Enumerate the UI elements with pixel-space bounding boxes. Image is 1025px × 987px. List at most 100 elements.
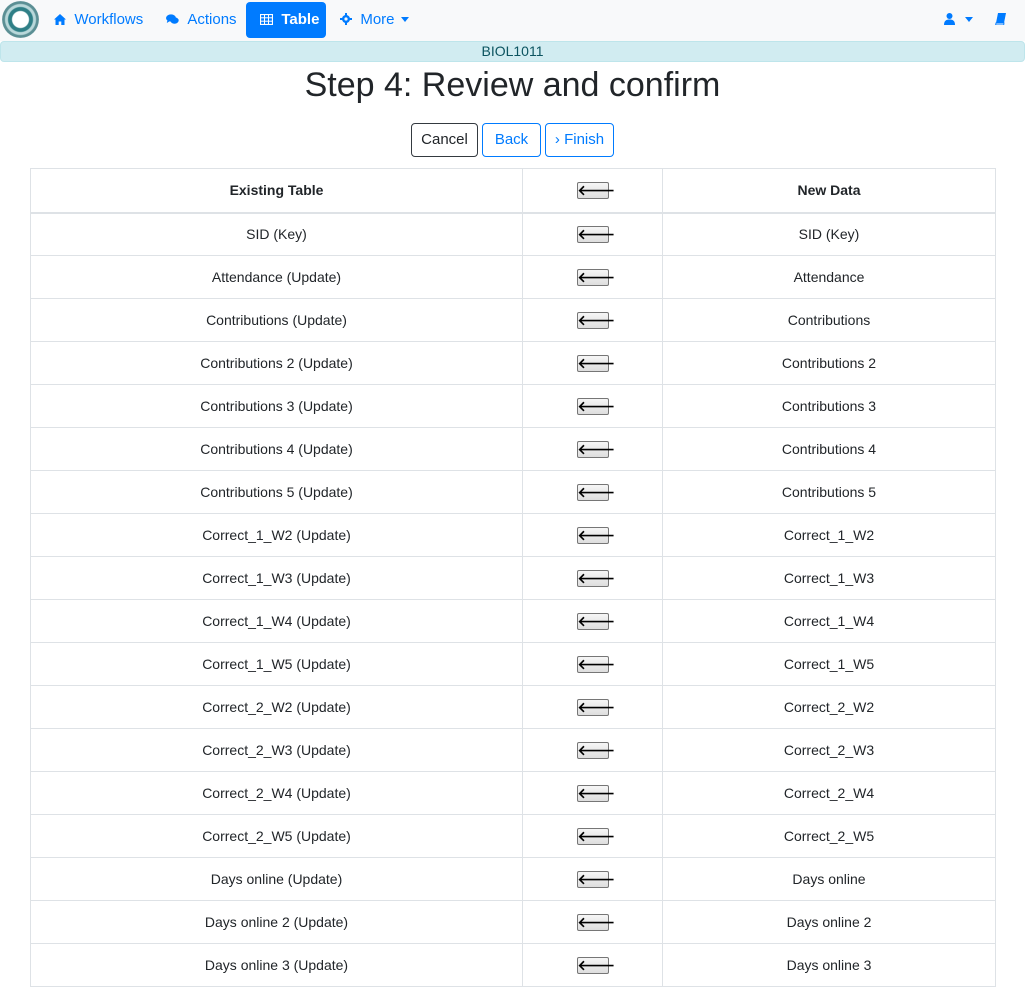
course-name-banner: BIOL1011 bbox=[0, 41, 1025, 62]
arrow-cell: 🡐 bbox=[522, 900, 663, 944]
arrow-cell: 🡐 bbox=[522, 212, 663, 256]
arrow-left-icon[interactable]: 🡐 bbox=[576, 483, 615, 501]
arrow-cell: 🡐 bbox=[522, 255, 663, 299]
table-header-row: Existing Table 🡐 New Data bbox=[30, 168, 996, 214]
table-row: Contributions 3 (Update) 🡐 Contributions 3 bbox=[30, 384, 996, 428]
existing-column-cell: Contributions 2 (Update) bbox=[30, 341, 523, 385]
header-arrow: 🡐 bbox=[522, 168, 663, 214]
app-logo[interactable] bbox=[2, 1, 39, 38]
arrow-left-icon[interactable]: 🡐 bbox=[576, 397, 615, 415]
arrow-cell: 🡐 bbox=[522, 857, 663, 901]
existing-column-cell: Contributions 4 (Update) bbox=[30, 427, 523, 471]
nav-more-label: More bbox=[360, 11, 395, 28]
arrow-left-icon[interactable]: 🡐 bbox=[576, 698, 615, 716]
gear-icon bbox=[340, 13, 355, 27]
cancel-button[interactable]: Cancel bbox=[411, 123, 478, 157]
arrow-cell: 🡐 bbox=[522, 470, 663, 514]
new-data-column-cell: Contributions 3 bbox=[662, 384, 996, 428]
arrow-left-icon[interactable]: 🡐 bbox=[576, 311, 615, 329]
existing-column-cell: Correct_1_W2 (Update) bbox=[30, 513, 523, 557]
table-row: SID (Key) 🡐 SID (Key) bbox=[30, 212, 996, 256]
arrow-left-icon[interactable]: 🡐 bbox=[576, 354, 615, 372]
existing-column-cell: Days online (Update) bbox=[30, 857, 523, 901]
arrow-left-icon[interactable]: 🡐 bbox=[576, 870, 615, 888]
arrow-left-icon[interactable]: 🡐 bbox=[576, 612, 615, 630]
existing-column-cell: Days online 2 (Update) bbox=[30, 900, 523, 944]
header-new-data: New Data bbox=[662, 168, 996, 214]
new-data-column-cell: Contributions 4 bbox=[662, 427, 996, 471]
new-data-column-cell: Correct_2_W3 bbox=[662, 728, 996, 772]
existing-column-cell: SID (Key) bbox=[30, 212, 523, 256]
table-row: Days online 2 (Update) 🡐 Days online 2 bbox=[30, 900, 996, 944]
arrow-cell: 🡐 bbox=[522, 685, 663, 729]
arrow-cell: 🡐 bbox=[522, 728, 663, 772]
user-icon bbox=[944, 11, 959, 28]
home-icon bbox=[54, 13, 69, 27]
nav-table[interactable]: Table bbox=[246, 2, 326, 38]
arrow-cell: 🡐 bbox=[522, 642, 663, 686]
arrow-cell: 🡐 bbox=[522, 513, 663, 557]
arrow-cell: 🡐 bbox=[522, 556, 663, 600]
back-button[interactable]: Back bbox=[482, 123, 541, 157]
table-row: Contributions (Update) 🡐 Contributions bbox=[30, 298, 996, 342]
existing-column-cell: Contributions (Update) bbox=[30, 298, 523, 342]
existing-column-cell: Correct_2_W2 (Update) bbox=[30, 685, 523, 729]
new-data-column-cell: Days online 3 bbox=[662, 943, 996, 987]
arrow-left-icon[interactable]: 🡐 bbox=[576, 226, 615, 244]
table-row: Days online 3 (Update) 🡐 Days online 3 bbox=[30, 943, 996, 987]
arrow-left-icon[interactable]: 🡐 bbox=[576, 913, 615, 931]
nav-actions-label: Actions bbox=[187, 11, 237, 28]
comments-icon bbox=[166, 13, 182, 27]
page-title: Step 4: Review and confirm bbox=[304, 66, 721, 104]
arrow-cell: 🡐 bbox=[522, 771, 663, 815]
nav-help-book[interactable] bbox=[985, 2, 1016, 38]
arrow-left-icon[interactable]: 🡐 bbox=[576, 440, 615, 458]
nav-more-dropdown[interactable]: More bbox=[328, 2, 421, 38]
new-data-column-cell: Contributions 2 bbox=[662, 341, 996, 385]
arrow-cell: 🡐 bbox=[522, 427, 663, 471]
table-row: Correct_2_W2 (Update) 🡐 Correct_2_W2 bbox=[30, 685, 996, 729]
arrow-left-icon[interactable]: 🡐 bbox=[576, 182, 615, 200]
new-data-column-cell: Correct_2_W4 bbox=[662, 771, 996, 815]
nav-user-dropdown[interactable] bbox=[932, 2, 985, 38]
table-row: Correct_1_W2 (Update) 🡐 Correct_1_W2 bbox=[30, 513, 996, 557]
nav-workflows-label: Workflows bbox=[74, 11, 144, 28]
arrow-left-icon[interactable]: 🡐 bbox=[576, 569, 615, 587]
table-row: Contributions 2 (Update) 🡐 Contributions 2 bbox=[30, 341, 996, 385]
existing-column-cell: Correct_2_W5 (Update) bbox=[30, 814, 523, 858]
finish-button[interactable]: › Finish bbox=[545, 123, 614, 157]
header-existing-table: Existing Table bbox=[30, 168, 523, 214]
arrow-left-icon[interactable]: 🡐 bbox=[576, 741, 615, 759]
column-mapping-table: Existing Table 🡐 New Data SID (Key) 🡐 SID … bbox=[30, 168, 996, 987]
new-data-column-cell: Correct_1_W3 bbox=[662, 556, 996, 600]
arrow-cell: 🡐 bbox=[522, 298, 663, 342]
arrow-left-icon[interactable]: 🡐 bbox=[576, 655, 615, 673]
nav-actions[interactable]: Actions bbox=[154, 2, 249, 38]
nav-workflows[interactable]: Workflows bbox=[42, 2, 155, 38]
new-data-column-cell: Correct_2_W5 bbox=[662, 814, 996, 858]
existing-column-cell: Days online 3 (Update) bbox=[30, 943, 523, 987]
new-data-column-cell: Contributions 5 bbox=[662, 470, 996, 514]
arrow-cell: 🡐 bbox=[522, 384, 663, 428]
arrow-left-icon[interactable]: 🡐 bbox=[576, 784, 615, 802]
arrow-left-icon[interactable]: 🡐 bbox=[576, 956, 615, 974]
existing-column-cell: Correct_2_W3 (Update) bbox=[30, 728, 523, 772]
table-row: Correct_1_W5 (Update) 🡐 Correct_1_W5 bbox=[30, 642, 996, 686]
existing-column-cell: Correct_1_W5 (Update) bbox=[30, 642, 523, 686]
new-data-column-cell: Attendance bbox=[662, 255, 996, 299]
column-mapping-table-container: Existing Table 🡐 New Data SID (Key) 🡐 SID … bbox=[30, 168, 996, 987]
table-row: Correct_2_W5 (Update) 🡐 Correct_2_W5 bbox=[30, 814, 996, 858]
table-row: Attendance (Update) 🡐 Attendance bbox=[30, 255, 996, 299]
new-data-column-cell: SID (Key) bbox=[662, 212, 996, 256]
new-data-column-cell: Correct_1_W2 bbox=[662, 513, 996, 557]
arrow-left-icon[interactable]: 🡐 bbox=[576, 268, 615, 286]
table-row: Contributions 4 (Update) 🡐 Contributions 4 bbox=[30, 427, 996, 471]
existing-column-cell: Contributions 5 (Update) bbox=[30, 470, 523, 514]
arrow-cell: 🡐 bbox=[522, 943, 663, 987]
nav-table-label: Table bbox=[281, 11, 320, 28]
arrow-left-icon[interactable]: 🡐 bbox=[576, 827, 615, 845]
table-row: Days online (Update) 🡐 Days online bbox=[30, 857, 996, 901]
arrow-left-icon[interactable]: 🡐 bbox=[576, 526, 615, 544]
top-navbar: Workflows Actions Table More bbox=[0, 0, 1025, 41]
existing-column-cell: Contributions 3 (Update) bbox=[30, 384, 523, 428]
